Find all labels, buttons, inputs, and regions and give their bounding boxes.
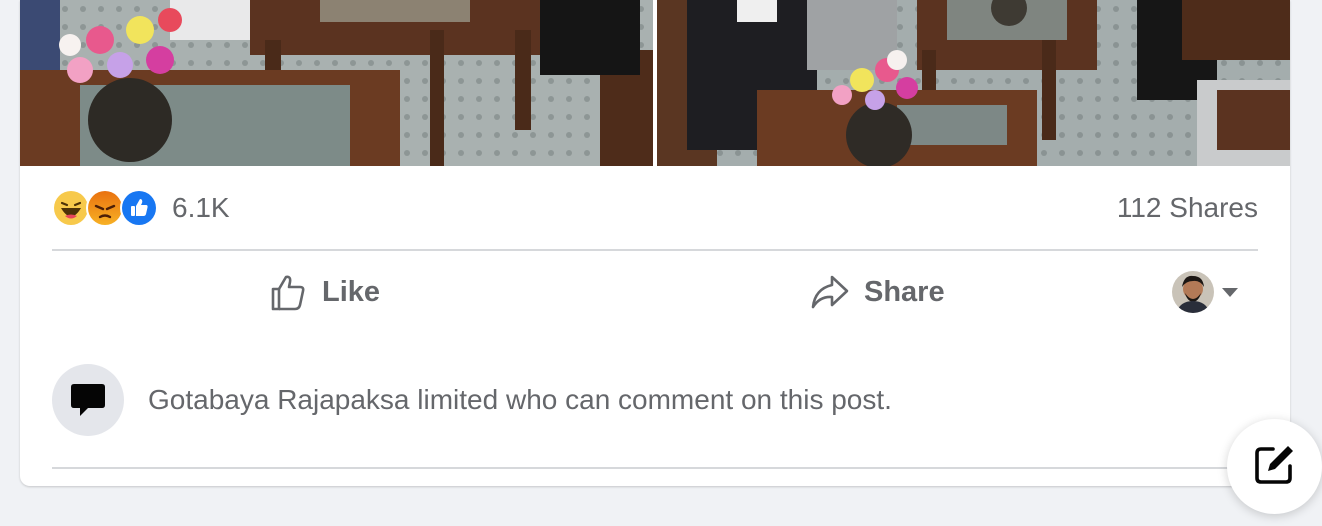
- like-reaction-icon: [120, 189, 158, 227]
- engagement-stats: 6.1K 112 Shares: [52, 186, 1258, 230]
- compose-button[interactable]: [1227, 419, 1322, 514]
- speech-bubble-icon: [52, 364, 124, 436]
- divider: [52, 249, 1258, 251]
- photo-meeting-room-right[interactable]: [657, 0, 1290, 166]
- photo-grid: [20, 0, 1290, 166]
- divider: [52, 467, 1258, 469]
- haha-reaction-icon: [52, 189, 90, 227]
- comment-restriction-text: Gotabaya Rajapaksa limited who can comme…: [148, 384, 892, 415]
- action-bar: Like Share: [52, 252, 1258, 332]
- post-card: 6.1K 112 Shares Like Share Gotabaya Raja…: [20, 0, 1290, 486]
- comment-as-selector[interactable]: [1172, 271, 1238, 313]
- comment-restriction-notice: Gotabaya Rajapaksa limited who can comme…: [52, 364, 892, 436]
- chevron-down-icon: [1222, 287, 1238, 297]
- photo-meeting-room-left[interactable]: [20, 0, 653, 166]
- reactions-summary[interactable]: 6.1K: [52, 188, 230, 228]
- share-button[interactable]: Share: [810, 252, 945, 332]
- like-button[interactable]: Like: [268, 252, 380, 332]
- shares-count[interactable]: 112 Shares: [1117, 192, 1258, 224]
- compose-edit-icon: [1253, 442, 1297, 491]
- thumbs-up-icon: [268, 272, 322, 312]
- share-arrow-icon: [810, 272, 864, 312]
- reaction-count[interactable]: 6.1K: [172, 188, 230, 228]
- share-label: Share: [864, 275, 945, 308]
- angry-reaction-icon: [86, 189, 124, 227]
- avatar: [1172, 271, 1214, 313]
- like-label: Like: [322, 275, 381, 308]
